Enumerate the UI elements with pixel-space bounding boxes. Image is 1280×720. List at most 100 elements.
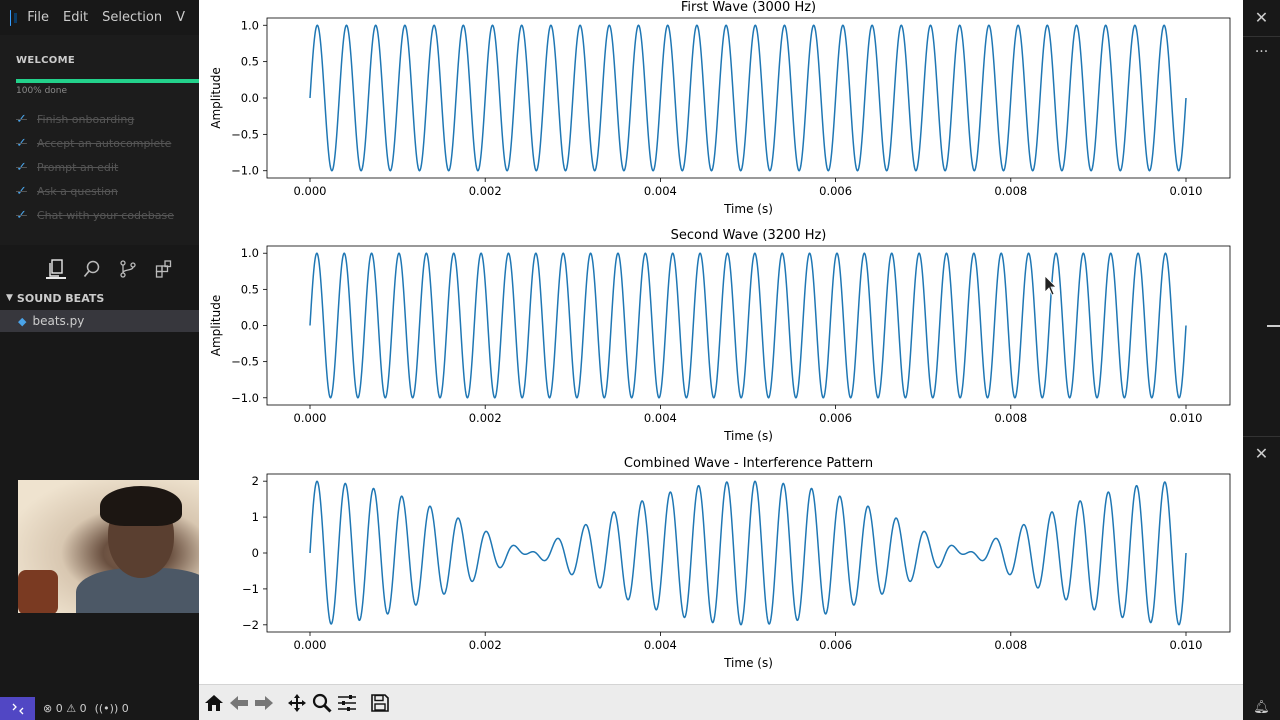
x-axis-label: Time (s) (723, 429, 773, 443)
source-control-icon[interactable] (118, 259, 138, 279)
ports-status[interactable]: ((•)) 0 (95, 702, 129, 715)
y-axis-label: Amplitude (209, 295, 223, 357)
y-tick-label: −1.0 (231, 164, 259, 178)
plot-canvas: First Wave (3000 Hz)0.000 0.002 0.004 0.006… (209, 0, 1231, 670)
error-icon: ⊗ (43, 702, 53, 715)
extensions-icon[interactable] (154, 259, 174, 279)
app-logo-icon[interactable] (10, 9, 19, 26)
y-tick-label: 0.5 (241, 55, 259, 69)
broadcast-icon: ((•)) (94, 702, 119, 715)
file-name: beats.py (32, 314, 85, 328)
x-tick-label: 0.002 (469, 411, 502, 425)
menu-edit[interactable]: Edit (63, 10, 88, 25)
x-tick-label: 0.008 (994, 411, 1027, 425)
chart-title: First Wave (3000 Hz) (681, 0, 816, 15)
zoom-icon[interactable] (310, 689, 334, 717)
x-tick-label: 0.004 (644, 638, 677, 652)
activity-bar (0, 252, 199, 286)
scrollbar-thumb[interactable] (1267, 325, 1280, 327)
menu-file[interactable]: File (27, 10, 49, 25)
x-tick-label: 0.006 (819, 184, 852, 198)
folder-name: SOUND BEATS (16, 291, 105, 305)
y-tick-label: −1.0 (231, 391, 259, 405)
y-tick-label: 0 (252, 546, 259, 560)
chart-title: Combined Wave - Interference Pattern (624, 456, 873, 471)
explorer-folder-header[interactable]: ▼ SOUND BEATS (0, 289, 199, 307)
webcam-person-hair (100, 486, 182, 526)
configure-icon[interactable] (335, 689, 359, 717)
x-tick-label: 0.000 (294, 184, 327, 198)
warning-icon: ⚠ (66, 702, 77, 715)
bell-icon[interactable]: 🔔︎ (1243, 700, 1280, 715)
home-icon[interactable] (202, 689, 226, 717)
x-tick-label: 0.008 (994, 184, 1027, 198)
pan-icon[interactable] (285, 689, 309, 717)
checklist-item[interactable]: ✓ Prompt an edit (16, 155, 174, 179)
y-tick-label: −2 (242, 618, 259, 632)
y-tick-label: 0.5 (241, 282, 259, 296)
close-icon[interactable]: ✕ (1243, 8, 1280, 27)
divider (1243, 436, 1280, 437)
x-tick-label: 0.004 (644, 411, 677, 425)
python-file-icon: ◆ (18, 314, 27, 328)
onboarding-progress-bar (16, 79, 199, 83)
more-actions-icon[interactable]: ··· (1243, 44, 1280, 60)
y-tick-label: 1.0 (241, 246, 259, 260)
editor-right-panel: ✕ ··· ✕ 🔔︎ (1243, 0, 1280, 720)
checkmark-icon: ✓ (16, 159, 27, 175)
checklist-item[interactable]: ✓ Chat with your codebase (16, 203, 174, 227)
x-tick-label: 0.000 (294, 638, 327, 652)
y-tick-label: 2 (252, 474, 259, 488)
checklist-item[interactable]: ✓ Ask a question (16, 179, 174, 203)
welcome-title: WELCOME (16, 55, 75, 66)
x-tick-label: 0.010 (1170, 184, 1203, 198)
x-tick-label: 0.002 (469, 638, 502, 652)
series-line (309, 24, 1187, 172)
y-axis-label: Amplitude (209, 67, 223, 129)
x-axis-label: Time (s) (723, 656, 773, 670)
webcam-chair (18, 570, 58, 613)
menu-bar: File Edit Selection V (0, 0, 199, 35)
status-bar: ⊗ 0 ⚠ 0 ((•)) 0 (0, 697, 199, 720)
menu-view[interactable]: V (176, 10, 185, 25)
onboarding-progress-fill (16, 79, 199, 83)
plot-figure: First Wave (3000 Hz) 0.000 0.002 0.004 0.006… (199, 0, 1243, 684)
remote-icon[interactable] (0, 697, 35, 720)
series-line (309, 480, 1187, 626)
y-tick-label: −0.5 (231, 355, 259, 369)
checklist-item[interactable]: ✓ Accept an autocomplete (16, 131, 174, 155)
close-icon[interactable]: ✕ (1243, 444, 1280, 463)
file-item-beats-py[interactable]: ◆ beats.py (0, 310, 199, 332)
back-icon[interactable] (227, 689, 251, 717)
divider (1243, 36, 1280, 37)
files-icon[interactable] (46, 259, 66, 279)
editor-left-panel: File Edit Selection V WELCOME 100% done … (0, 0, 255, 720)
menu-selection[interactable]: Selection (102, 10, 162, 25)
x-axis-label: Time (s) (723, 202, 773, 216)
save-icon[interactable] (368, 689, 392, 717)
checkmark-icon: ✓ (16, 135, 27, 151)
search-icon[interactable] (82, 259, 102, 279)
chart-title: Second Wave (3200 Hz) (671, 228, 827, 243)
series-line (309, 252, 1187, 399)
checklist-item[interactable]: ✓ Finish onboarding (16, 107, 174, 131)
progress-text: 100% done (16, 86, 68, 96)
x-tick-label: 0.006 (819, 638, 852, 652)
x-tick-label: 0.000 (294, 411, 327, 425)
x-tick-label: 0.004 (644, 184, 677, 198)
checkmark-icon: ✓ (16, 111, 27, 127)
x-tick-label: 0.002 (469, 184, 502, 198)
y-tick-label: −0.5 (231, 127, 259, 141)
y-tick-label: 0.0 (241, 319, 259, 333)
y-tick-label: −1 (242, 582, 259, 596)
onboarding-checklist: ✓ Finish onboarding ✓ Accept an autocomple… (16, 107, 174, 227)
mouse-cursor-icon (1044, 275, 1057, 296)
forward-icon[interactable] (252, 689, 276, 717)
checkmark-icon: ✓ (16, 207, 27, 223)
problems-status[interactable]: ⊗ 0 ⚠ 0 (43, 702, 87, 715)
y-tick-label: 1.0 (241, 18, 259, 32)
x-tick-label: 0.006 (819, 411, 852, 425)
checkmark-icon: ✓ (16, 183, 27, 199)
y-tick-label: 1 (252, 510, 259, 524)
x-tick-label: 0.008 (994, 638, 1027, 652)
